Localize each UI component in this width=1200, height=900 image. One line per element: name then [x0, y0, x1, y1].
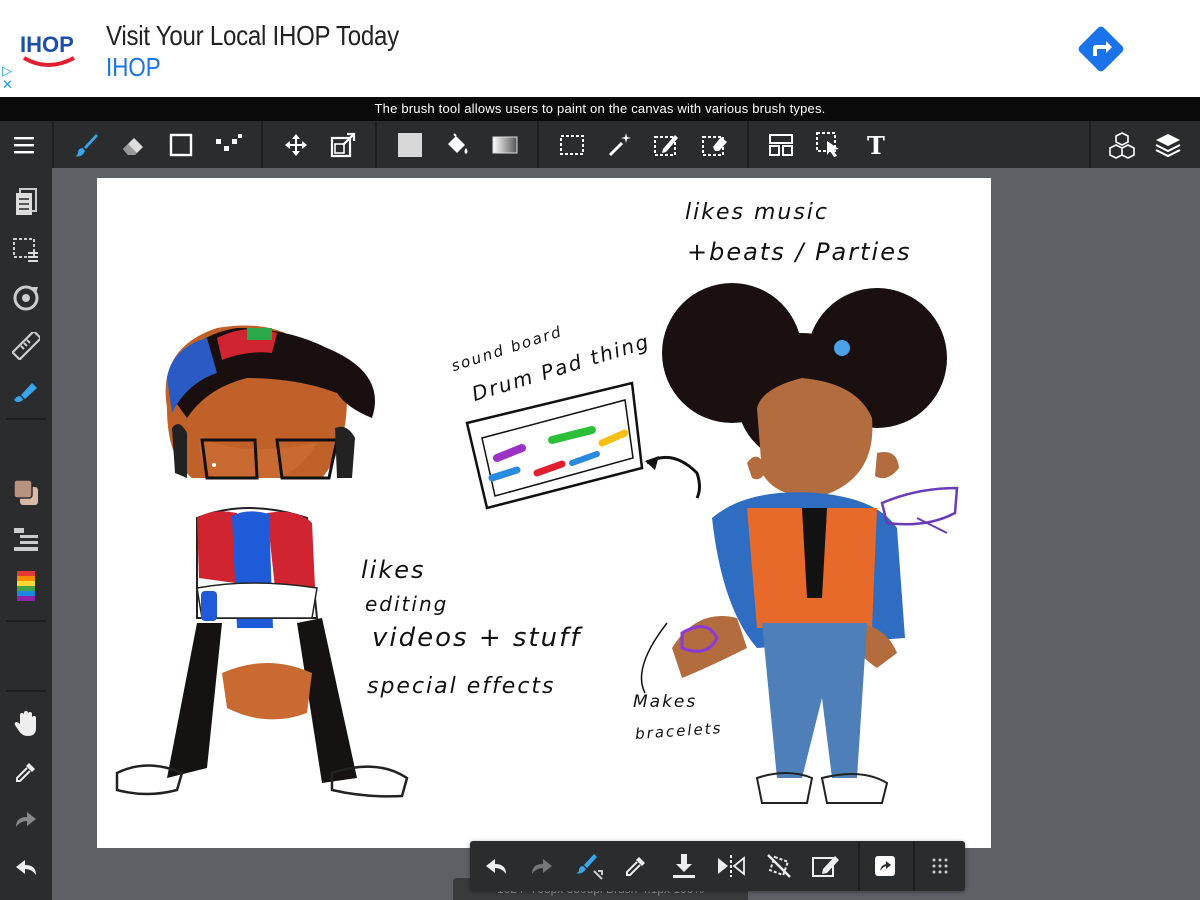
note-videos-stuff: videos + stuff — [372, 623, 582, 653]
ruler-icon[interactable] — [8, 328, 44, 364]
no-rotate-icon[interactable] — [761, 848, 797, 884]
move-icon[interactable] — [278, 127, 314, 163]
brush-switch-icon[interactable] — [571, 848, 607, 884]
select-pen-icon[interactable] — [649, 127, 685, 163]
layer-list-icon[interactable] — [8, 521, 44, 557]
ad-title[interactable]: Visit Your Local IHOP Today — [106, 20, 399, 52]
ad-choices-icon[interactable]: ▷ ✕ — [2, 64, 13, 92]
note-special-effects: special effects — [367, 674, 556, 699]
hand-icon[interactable] — [8, 706, 44, 742]
select-arrow-icon[interactable] — [811, 127, 847, 163]
menu-icon[interactable] — [6, 127, 42, 163]
note-likes-music: likes music — [685, 200, 829, 225]
note-beats-parties: +beats / Parties — [687, 238, 912, 266]
drawing-canvas[interactable]: likes music +beats / Parties sound board… — [97, 178, 991, 848]
gradient-icon[interactable] — [487, 127, 523, 163]
save-icon[interactable] — [666, 848, 702, 884]
undo-icon[interactable] — [8, 849, 44, 885]
transform-icon[interactable] — [325, 127, 361, 163]
color-palette-icon[interactable] — [8, 568, 44, 604]
note-likes: likes — [361, 556, 426, 584]
select-rect-icon[interactable] — [554, 127, 590, 163]
edit-icon[interactable] — [808, 848, 844, 884]
layout-icon[interactable] — [763, 127, 799, 163]
ad-banner[interactable]: IHOP Visit Your Local IHOP Today IHOP ▷ ✕ — [0, 0, 1200, 97]
text-icon[interactable]: T — [858, 127, 894, 163]
drum-pad-sketch — [465, 381, 701, 510]
eyedropper-icon[interactable] — [8, 754, 44, 790]
note-makes: Makes — [633, 692, 698, 712]
left-sidebar — [0, 168, 52, 900]
flip-icon[interactable] — [713, 848, 749, 884]
color-swatch-icon[interactable] — [8, 474, 44, 510]
eraser-icon[interactable] — [115, 127, 151, 163]
eyedropper-icon[interactable] — [618, 848, 654, 884]
top-toolbar: T — [0, 121, 1200, 168]
directions-icon[interactable] — [1076, 24, 1126, 74]
more-icon[interactable] — [922, 848, 958, 884]
redo-icon[interactable] — [524, 848, 560, 884]
undo-icon[interactable] — [478, 848, 514, 884]
fill-color-icon[interactable] — [392, 127, 428, 163]
layers-icon[interactable] — [1150, 127, 1186, 163]
paint-bucket-icon[interactable] — [439, 127, 475, 163]
share-icon[interactable] — [867, 848, 903, 884]
select-eraser-icon[interactable] — [697, 127, 733, 163]
redo-icon[interactable] — [8, 801, 44, 837]
magic-wand-icon[interactable] — [602, 127, 638, 163]
3d-icon[interactable] — [1104, 127, 1140, 163]
pages-icon[interactable] — [8, 184, 44, 220]
fill-pen-icon[interactable] — [8, 374, 44, 410]
ihop-logo: IHOP — [18, 28, 80, 72]
note-editing: editing — [365, 592, 449, 616]
rotate-icon[interactable] — [8, 280, 44, 316]
tool-tooltip: The brush tool allows users to paint on … — [0, 97, 1200, 121]
svg-text:T: T — [867, 133, 885, 157]
selection-icon[interactable] — [8, 232, 44, 268]
rectangle-icon[interactable] — [163, 127, 199, 163]
ad-subtitle[interactable]: IHOP — [106, 52, 161, 83]
ihop-logo-text: IHOP — [20, 32, 74, 57]
bottom-toolbar — [470, 841, 965, 891]
brush-icon[interactable] — [68, 127, 104, 163]
dot-grid-icon[interactable] — [210, 127, 246, 163]
